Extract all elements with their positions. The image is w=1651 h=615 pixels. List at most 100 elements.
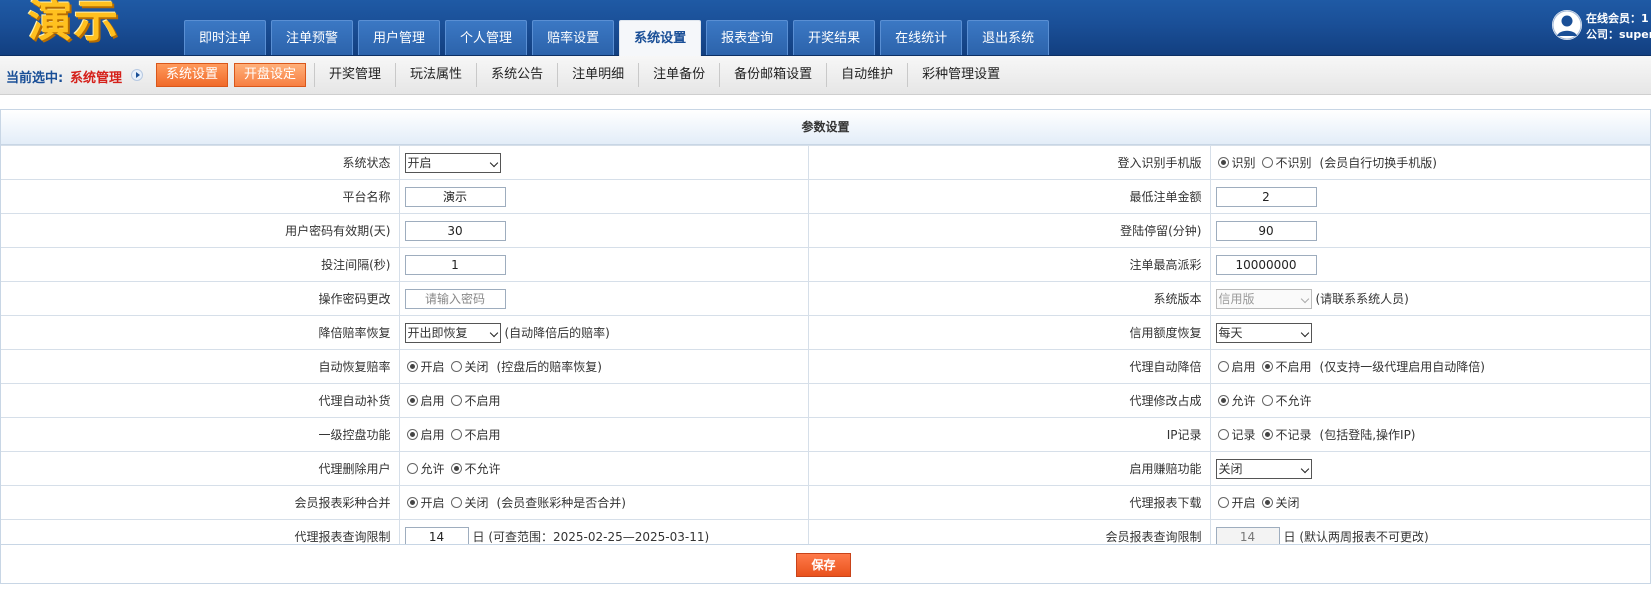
sub-button-open-settings[interactable]: 开盘设定 <box>234 63 307 87</box>
radio-label[interactable]: 关闭 <box>1276 496 1300 510</box>
radio-button[interactable] <box>450 463 462 474</box>
radio-label[interactable]: 不启用 <box>1276 360 1312 374</box>
radio-button[interactable] <box>406 463 418 474</box>
field-value-cell: 信用版 (请联系系统人员) <box>1209 281 1650 316</box>
sub-link-system-notice[interactable]: 系统公告 <box>476 63 557 87</box>
text-input[interactable]: 90 <box>1215 220 1317 241</box>
field-label: 降倍赔率恢复 <box>1 315 400 350</box>
radio-button[interactable] <box>1217 395 1229 406</box>
radio-label[interactable]: 关闭 <box>465 496 489 510</box>
field-label: 一级控盘功能 <box>1 417 400 452</box>
radio-button[interactable] <box>406 395 418 406</box>
radio-button[interactable] <box>1261 497 1273 508</box>
nav-tab-bet-alerts[interactable]: 注单预警 <box>271 20 354 55</box>
field-label: 代理自动补货 <box>1 383 400 418</box>
field-note: 日 (可查范围：2025-02-25—2025-03-11) <box>472 530 710 545</box>
field-value-cell: 每天 <box>1209 315 1650 350</box>
sub-link-draw-management[interactable]: 开奖管理 <box>314 63 395 87</box>
radio-label[interactable]: 识别 <box>1232 156 1256 170</box>
nav-tab-reports[interactable]: 报表查询 <box>706 20 789 55</box>
radio-label[interactable]: 启用 <box>1232 360 1256 374</box>
sub-link-bet-details[interactable]: 注单明细 <box>557 63 638 87</box>
radio-button[interactable] <box>450 497 462 508</box>
nav-tab-personal[interactable]: 个人管理 <box>445 20 528 55</box>
dropdown-select[interactable]: 开出即恢复 <box>404 322 501 343</box>
radio-button[interactable] <box>450 361 462 372</box>
panel-title: 参数设置 <box>1 110 1650 145</box>
text-input[interactable]: 10000000 <box>1215 254 1317 275</box>
field-value-cell: 开启 关闭 <box>1209 485 1650 520</box>
radio-label[interactable]: 不允许 <box>465 462 501 476</box>
settings-row: 代理删除用户 允许 不允许 启用赚赔功能 关闭 <box>1 451 1650 486</box>
current-selection-value: 系统管理 <box>70 71 123 86</box>
radio-label[interactable]: 关闭 <box>465 360 489 374</box>
dropdown-select[interactable]: 开启 <box>404 152 501 173</box>
radio-label[interactable]: 不记录 <box>1276 428 1312 442</box>
radio-label[interactable]: 允许 <box>1232 394 1256 408</box>
radio-label[interactable]: 允许 <box>421 462 445 476</box>
radio-button[interactable] <box>450 429 462 440</box>
dropdown-select[interactable]: 关闭 <box>1215 458 1312 479</box>
radio-label[interactable]: 开启 <box>1232 496 1256 510</box>
radio-label[interactable]: 不识别 <box>1276 156 1312 170</box>
sub-link-play-attributes[interactable]: 玩法属性 <box>395 63 476 87</box>
radio-label[interactable]: 启用 <box>421 428 445 442</box>
text-input[interactable]: 30 <box>404 220 506 241</box>
radio-label[interactable]: 开启 <box>421 496 445 510</box>
radio-button[interactable] <box>1217 429 1229 440</box>
text-input[interactable]: 2 <box>1215 186 1317 207</box>
field-note: (会员自行切换手机版) <box>1319 156 1437 170</box>
settings-row: 会员报表彩种合并 开启 关闭 (会员查账彩种是否合并) 代理报表下载 开启 关闭 <box>1 485 1650 520</box>
radio-label[interactable]: 不允许 <box>1276 394 1312 408</box>
radio-button[interactable] <box>1217 157 1229 168</box>
text-input[interactable]: 1 <box>404 254 506 275</box>
radio-button[interactable] <box>1261 429 1273 440</box>
nav-tab-logout[interactable]: 退出系统 <box>967 20 1050 55</box>
settings-row: 一级控盘功能 启用 不启用 IP记录 记录 不记录 (包括登陆,操作IP) <box>1 417 1650 452</box>
settings-row: 用户密码有效期(天) 30 登陆停留(分钟) 90 <box>1 213 1650 248</box>
field-value-cell: 演示 <box>398 179 809 214</box>
field-label: 代理报表下载 <box>807 485 1211 520</box>
field-value-cell: 允许 不允许 <box>1209 383 1650 418</box>
user-avatar-icon <box>1552 10 1582 40</box>
nav-tab-user-management[interactable]: 用户管理 <box>358 20 441 55</box>
footer-bar: 保存 <box>0 544 1651 584</box>
radio-label[interactable]: 启用 <box>421 394 445 408</box>
dropdown-selected-value: 信用版 <box>1218 291 1255 306</box>
arrow-right-icon <box>131 69 143 81</box>
radio-label[interactable]: 不启用 <box>465 394 501 408</box>
sub-button-system-settings[interactable]: 系统设置 <box>156 63 229 87</box>
radio-label[interactable]: 开启 <box>421 360 445 374</box>
radio-button[interactable] <box>1261 157 1273 168</box>
radio-button[interactable] <box>450 395 462 406</box>
radio-button[interactable] <box>1261 395 1273 406</box>
radio-button[interactable] <box>406 497 418 508</box>
sub-link-auto-maintenance[interactable]: 自动维护 <box>826 63 907 87</box>
settings-row: 降倍赔率恢复 开出即恢复 (自动降倍后的赔率) 信用额度恢复 每天 <box>1 315 1650 350</box>
radio-label[interactable]: 不启用 <box>465 428 501 442</box>
company-name: 公司：supers <box>1586 28 1651 41</box>
nav-tab-odds-settings[interactable]: 赔率设置 <box>532 20 615 55</box>
sub-link-bet-backup[interactable]: 注单备份 <box>638 63 719 87</box>
radio-button[interactable] <box>1261 361 1273 372</box>
top-header: 演示 即时注单 注单预警 用户管理 个人管理 赔率设置 系统设置 报表查询 开奖… <box>0 0 1651 56</box>
sub-link-backup-email[interactable]: 备份邮箱设置 <box>719 63 826 87</box>
radio-button[interactable] <box>1217 361 1229 372</box>
radio-button[interactable] <box>1217 497 1229 508</box>
radio-button[interactable] <box>406 361 418 372</box>
text-input[interactable]: 演示 <box>404 186 506 207</box>
sub-link-lottery-management[interactable]: 彩种管理设置 <box>907 63 1014 87</box>
radio-label[interactable]: 记录 <box>1232 428 1256 442</box>
field-label: 代理删除用户 <box>1 451 400 486</box>
nav-tab-draw-results[interactable]: 开奖结果 <box>793 20 876 55</box>
nav-tab-system-settings[interactable]: 系统设置 <box>619 20 702 56</box>
dropdown-select[interactable]: 每天 <box>1215 322 1312 343</box>
password-input[interactable]: 请输入密码 <box>404 288 506 309</box>
field-label: 登陆停留(分钟) <box>807 213 1211 248</box>
radio-button[interactable] <box>406 429 418 440</box>
save-button[interactable]: 保存 <box>796 553 851 577</box>
settings-row: 投注间隔(秒) 1 注单最高派彩 10000000 <box>1 247 1650 282</box>
nav-tab-live-bets[interactable]: 即时注单 <box>184 20 267 55</box>
nav-tab-online-stats[interactable]: 在线统计 <box>880 20 963 55</box>
field-value-cell: 启用 不启用 <box>398 383 809 418</box>
